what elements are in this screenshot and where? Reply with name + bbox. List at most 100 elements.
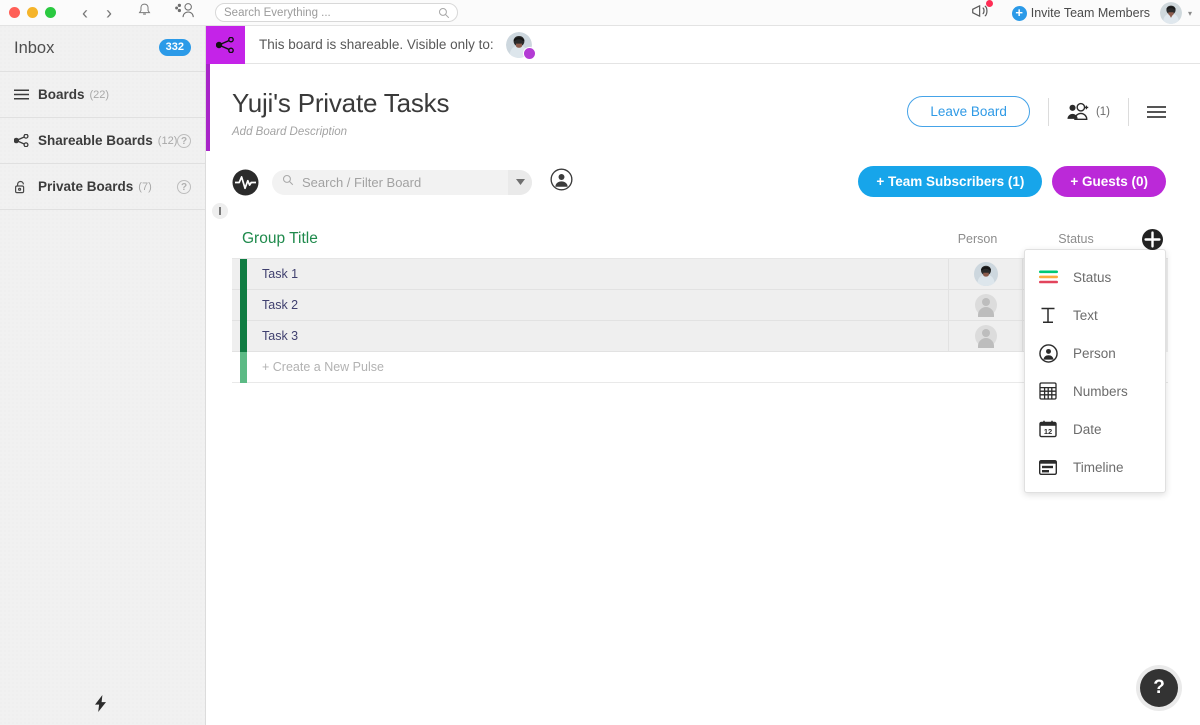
avatar-placeholder (974, 325, 997, 348)
menu-item-numbers[interactable]: Numbers (1025, 372, 1165, 410)
back-button[interactable]: ‹ (82, 4, 88, 22)
sidebar-item-label: Boards (38, 87, 85, 102)
menu-item-timeline[interactable]: Timeline (1025, 448, 1165, 486)
avatar[interactable] (505, 31, 536, 60)
person-cell[interactable] (948, 289, 1023, 321)
divider (1128, 97, 1129, 126)
leave-board-button[interactable]: Leave Board (907, 96, 1030, 127)
text-t-icon (1037, 307, 1059, 324)
megaphone-icon[interactable] (971, 0, 993, 24)
sidebar-item-count: (7) (138, 180, 152, 193)
avatar-image (973, 262, 998, 286)
menu-item-label: Timeline (1073, 459, 1124, 475)
sidebar-item-boards[interactable]: Boards (22) (0, 72, 205, 118)
search-icon (438, 7, 450, 22)
shareable-banner: This board is shareable. Visible only to… (206, 25, 1200, 64)
add-column-menu: Status Text Person Numbers 12 Date Timel… (1024, 249, 1166, 493)
task-name[interactable]: Task 2 (262, 298, 298, 312)
banner-text: This board is shareable. Visible only to… (259, 37, 494, 52)
sidebar-item-label: Shareable Boards (38, 133, 153, 148)
people-icon[interactable] (175, 2, 194, 24)
help-button[interactable]: ? (1140, 669, 1178, 707)
board-description-placeholder[interactable]: Add Board Description (232, 126, 449, 138)
row-color-bar (240, 290, 247, 321)
search-icon (282, 173, 294, 191)
sidebar-item-inbox[interactable]: Inbox 332 (0, 26, 205, 72)
sidebar-item-label: Private Boards (38, 179, 134, 194)
menu-item-date[interactable]: 12 Date (1025, 410, 1165, 448)
chevron-down-icon[interactable] (508, 169, 532, 195)
svg-text:12: 12 (1044, 427, 1052, 436)
hamburger-icon[interactable] (1147, 105, 1166, 118)
menu-item-label: Person (1073, 345, 1116, 361)
share-icon (14, 134, 34, 147)
maximize-window-button[interactable] (45, 7, 56, 18)
sidebar-collapse-handle[interactable] (212, 203, 228, 219)
avatar[interactable] (1159, 2, 1182, 24)
calendar-icon: 12 (1037, 420, 1059, 438)
app-root: ‹ › Search Everything ... + Invite Team … (0, 0, 1200, 725)
row-color-bar (240, 321, 247, 352)
board-filter-bar: Search / Filter Board (232, 168, 573, 196)
forward-button[interactable]: › (106, 4, 112, 22)
board-filter-actions: + Team Subscribers (1) + Guests (0) (858, 166, 1166, 197)
board-header-actions: Leave Board (1) (907, 96, 1166, 127)
chevron-down-icon[interactable]: ▾ (1188, 9, 1192, 18)
lock-icon (14, 180, 34, 194)
sidebar-inbox-label: Inbox (14, 39, 55, 57)
board-header: Yuji's Private Tasks Add Board Descripti… (232, 88, 449, 138)
plus-circle-icon[interactable] (1141, 228, 1164, 251)
menu-item-label: Date (1073, 421, 1102, 437)
window-titlebar: ‹ › Search Everything ... + Invite Team … (0, 0, 1200, 26)
menu-item-person[interactable]: Person (1025, 334, 1165, 372)
menu-item-label: Text (1073, 307, 1098, 323)
numbers-grid-icon (1037, 382, 1059, 400)
status-bars-icon (1037, 270, 1059, 284)
bell-icon[interactable] (136, 2, 153, 24)
pulse-icon[interactable] (232, 169, 259, 196)
menu-item-label: Numbers (1073, 383, 1128, 399)
create-new-pulse-label[interactable]: + Create a New Pulse (262, 360, 384, 374)
board-subscribers-button[interactable]: (1) (1067, 102, 1110, 121)
person-filter-icon[interactable] (550, 168, 573, 196)
menu-item-status[interactable]: Status (1025, 258, 1165, 296)
row-color-bar (240, 259, 247, 290)
menu-item-label: Status (1073, 269, 1112, 285)
person-cell[interactable] (948, 320, 1023, 352)
search-filter-board-input[interactable]: Search / Filter Board (272, 169, 532, 195)
divider (1047, 97, 1049, 126)
row-color-bar (240, 352, 247, 383)
page-title[interactable]: Yuji's Private Tasks (232, 88, 449, 119)
person-cell[interactable] (948, 258, 1023, 290)
person-circle-icon (1037, 343, 1059, 363)
search-everything-input[interactable]: Search Everything ... (215, 3, 458, 22)
lightning-icon[interactable] (94, 695, 107, 717)
sidebar-item-count: (12) (157, 134, 178, 147)
table-column-headers: Person Status (940, 232, 1170, 246)
task-name[interactable]: Task 1 (262, 267, 298, 281)
task-name[interactable]: Task 3 (262, 329, 298, 343)
subscriber-count: (1) (1095, 105, 1110, 118)
timeline-icon (1037, 459, 1059, 475)
sidebar-item-shareable-boards[interactable]: Shareable Boards (12) ? (0, 118, 205, 164)
avatar-placeholder (974, 294, 997, 317)
menu-item-text[interactable]: Text (1025, 296, 1165, 334)
invite-label: Invite Team Members (1030, 6, 1150, 20)
help-icon[interactable]: ? (177, 180, 191, 194)
share-badge-icon (522, 46, 536, 60)
sidebar-item-private-boards[interactable]: Private Boards (7) ? (0, 164, 205, 210)
add-guests-button[interactable]: + Guests (0) (1052, 166, 1166, 197)
column-header-status[interactable]: Status (1030, 232, 1122, 246)
search-everything-placeholder: Search Everything ... (224, 6, 331, 19)
window-traffic-lights (9, 7, 56, 18)
help-icon[interactable]: ? (177, 134, 191, 148)
sidebar-item-count: (22) (89, 88, 110, 101)
minimize-window-button[interactable] (27, 7, 38, 18)
share-icon[interactable] (206, 25, 245, 64)
close-window-button[interactable] (9, 7, 20, 18)
invite-team-members-button[interactable]: + Invite Team Members (1011, 5, 1150, 21)
column-header-person[interactable]: Person (940, 232, 1015, 246)
add-team-subscribers-button[interactable]: + Team Subscribers (1) (858, 166, 1043, 197)
topbar-right-cluster: + Invite Team Members ▾ (971, 0, 1192, 26)
inbox-badge: 332 (158, 39, 191, 56)
